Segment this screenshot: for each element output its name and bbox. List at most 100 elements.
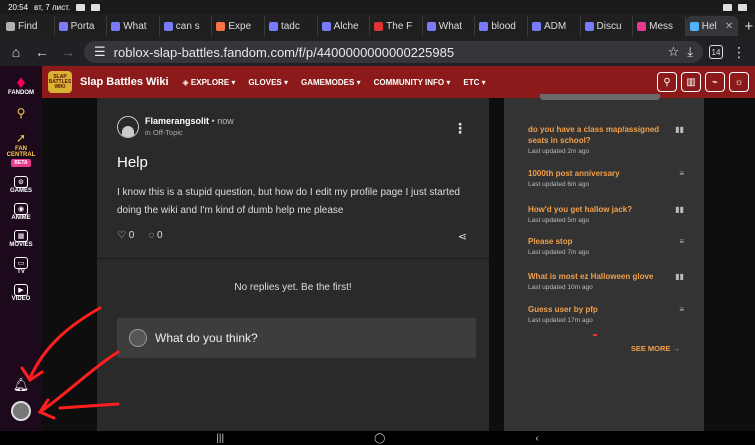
- trending-item[interactable]: do you have a class map/assigned seats i…: [528, 124, 684, 155]
- browser-tab[interactable]: Alche: [318, 16, 371, 36]
- chevron-down-icon: ▾: [231, 77, 236, 87]
- bell-icon[interactable]: 🔔︎: [13, 377, 30, 393]
- trending-updated: Last updated 5m ago: [528, 217, 590, 224]
- close-tab-icon[interactable]: ✕: [725, 21, 733, 32]
- tab-count-button[interactable]: 14: [709, 45, 723, 59]
- home-icon[interactable]: ⌂: [6, 42, 26, 62]
- nav-label: GLOVES: [248, 77, 282, 87]
- trending-title[interactable]: 1000th post anniversary: [528, 168, 663, 179]
- tab-label: Alche: [333, 20, 359, 32]
- trending-title[interactable]: How'd you get hallow jack?: [528, 204, 663, 215]
- discussion-post: Flamerangsolit • now in Off-Topic ⋮ Help…: [97, 98, 489, 431]
- back-button-icon[interactable]: ‹: [535, 433, 538, 444]
- trending-title[interactable]: Guess user by pfp: [528, 304, 663, 315]
- poll-icon: ▮▮: [675, 205, 684, 214]
- author-avatar[interactable]: [117, 116, 139, 138]
- status-date: вт, 7 лист.: [34, 2, 71, 12]
- rail-item-fan-central[interactable]: ➚ FAN CENTRAL BETA: [0, 130, 42, 167]
- browser-tab[interactable]: What: [107, 16, 160, 36]
- search-icon[interactable]: ⚲: [657, 72, 677, 92]
- favicon-icon: [268, 21, 278, 31]
- gamepad-icon: ⊙: [13, 176, 28, 188]
- tab-label: What: [438, 20, 463, 32]
- like-count: 0: [128, 230, 135, 241]
- rail-item-tv[interactable]: ▭ TV: [14, 257, 28, 275]
- trending-item[interactable]: Guess user by pfp Last updated 17m ago ≡: [528, 304, 684, 324]
- forward-icon[interactable]: →: [58, 42, 78, 62]
- user-avatar[interactable]: [11, 401, 31, 421]
- like-button[interactable]: ♡ 0: [117, 230, 134, 241]
- browser-tab[interactable]: tadc: [265, 16, 318, 36]
- see-more-link[interactable]: SEE MORE →: [631, 344, 680, 353]
- reply-input[interactable]: What do you think?: [117, 318, 476, 358]
- status-icons: [723, 3, 747, 11]
- favicon-icon: [689, 21, 699, 31]
- rail-item-games[interactable]: ⊙ GAMES: [10, 176, 32, 194]
- omnibox[interactable]: ☰ roblox-slap-battles.fandom.com/f/p/440…: [84, 41, 703, 63]
- recents-icon[interactable]: |||: [216, 433, 224, 444]
- trending-item[interactable]: Please stop Last updated 7m ago ≡: [528, 236, 684, 256]
- beta-badge: BETA: [11, 159, 31, 167]
- wiki-nav-item[interactable]: GLOVES ▾: [248, 78, 288, 87]
- trending-title[interactable]: What is most ez Halloween glove: [528, 271, 663, 282]
- browser-tab[interactable]: can s: [160, 16, 213, 36]
- rail-item-search[interactable]: ⚲: [13, 105, 29, 121]
- favicon-icon: [374, 21, 384, 31]
- home-button-icon[interactable]: ◯: [374, 433, 385, 444]
- trending-item[interactable]: 1000th post anniversary Last updated 6m a…: [528, 168, 684, 188]
- download-icon[interactable]: ⤓: [687, 44, 693, 60]
- browser-tab[interactable]: Find: [2, 16, 55, 36]
- browser-tab[interactable]: Discu: [581, 16, 634, 36]
- trending-title[interactable]: Please stop: [528, 236, 663, 247]
- wiki-nav-item[interactable]: ETC ▾: [463, 78, 485, 87]
- post-time: now: [217, 116, 234, 126]
- new-tab-icon[interactable]: +: [744, 18, 753, 35]
- post-body: I know this is a stupid question, but ho…: [117, 187, 460, 216]
- rail-item-movies[interactable]: ▦ MOVIES: [9, 230, 33, 248]
- post-category[interactable]: in Off-Topic: [145, 128, 234, 137]
- rail-item-fandom[interactable]: ♦ FANDOM: [8, 72, 34, 97]
- more-options-icon[interactable]: ⋮: [453, 120, 467, 137]
- browser-tab[interactable]: What: [423, 16, 476, 36]
- trending-item[interactable]: How'd you get hallow jack? Last updated 5…: [528, 204, 684, 224]
- compass-icon: ◈: [182, 77, 191, 87]
- browser-tab[interactable]: Hel ✕: [685, 16, 739, 36]
- favicon-icon: [426, 21, 436, 31]
- wiki-name[interactable]: Slap Battles Wiki: [80, 76, 169, 88]
- notification-icon: [91, 3, 101, 11]
- browser-tab[interactable]: Mess: [633, 16, 686, 36]
- rail-label: MOVIES: [9, 242, 33, 248]
- activity-icon[interactable]: ⌁: [705, 72, 725, 92]
- rail-item-anime[interactable]: ◉ ANIME: [11, 203, 31, 221]
- browser-tab[interactable]: Porta: [55, 16, 108, 36]
- wiki-logo[interactable]: SLAP BATTLES WIKI: [48, 71, 72, 93]
- wifi-icon: [723, 3, 732, 11]
- book-icon[interactable]: ▥: [681, 72, 701, 92]
- rail-item-video[interactable]: ▶ VIDEO: [12, 284, 30, 302]
- wiki-nav-item[interactable]: ◈ EXPLORE ▾: [183, 78, 236, 87]
- trending-item[interactable]: What is most ez Halloween glove Last upda…: [528, 271, 684, 291]
- share-icon[interactable]: ⋖: [458, 230, 467, 243]
- author-name[interactable]: Flamerangsolit: [145, 116, 209, 126]
- browser-tab[interactable]: blood: [475, 16, 528, 36]
- wiki-nav-item[interactable]: COMMUNITY INFO ▾: [374, 78, 451, 87]
- browser-tab[interactable]: The F: [370, 16, 423, 36]
- favicon-icon: [584, 21, 594, 31]
- wiki-nav-item[interactable]: GAMEMODES ▾: [301, 78, 361, 87]
- menu-icon[interactable]: ⋮: [729, 42, 749, 62]
- tab-label: can s: [175, 20, 200, 32]
- sidebar-header-tab: [540, 94, 660, 100]
- see-more-label: SEE MORE: [630, 344, 671, 353]
- bookmark-star-icon[interactable]: ☆: [668, 44, 680, 60]
- status-time: 20:54: [8, 2, 29, 12]
- url-text[interactable]: roblox-slap-battles.fandom.com/f/p/44000…: [114, 45, 660, 60]
- theme-toggle-icon[interactable]: ☼: [729, 72, 749, 92]
- rail-bottom: 🔔︎: [11, 377, 31, 421]
- back-icon[interactable]: ←: [32, 42, 52, 62]
- browser-tab[interactable]: ADM: [528, 16, 581, 36]
- tab-label: Hel: [701, 20, 717, 32]
- comment-button[interactable]: ◌ 0: [148, 230, 162, 241]
- browser-tab[interactable]: Expe: [212, 16, 265, 36]
- trending-title[interactable]: do you have a class map/assigned seats i…: [528, 124, 663, 146]
- site-settings-icon[interactable]: ☰: [94, 44, 106, 60]
